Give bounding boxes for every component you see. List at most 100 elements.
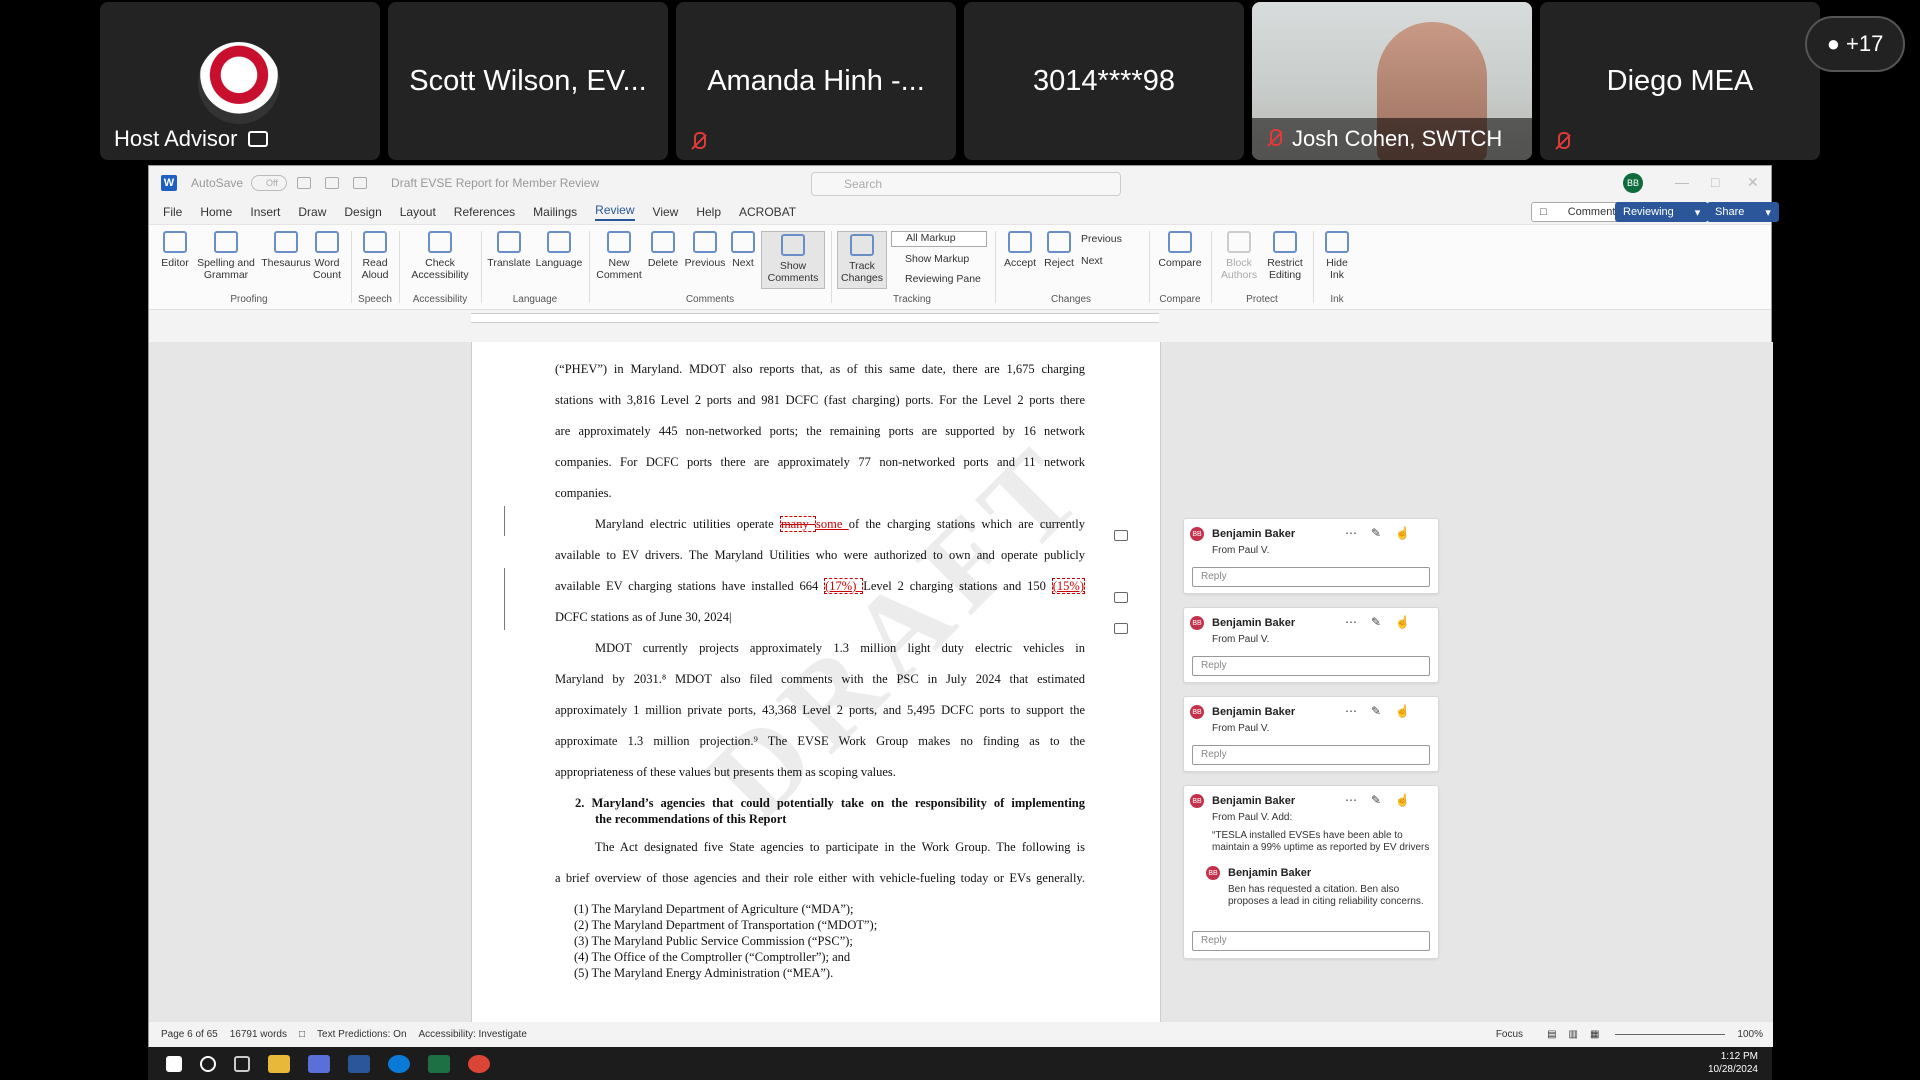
close-icon[interactable]: ✕	[1747, 174, 1759, 191]
tab-acrobat[interactable]: ACROBAT	[739, 205, 796, 219]
document-area: DRAFT (“PHEV”) in Maryland. MDOT also re…	[149, 342, 1773, 1022]
block-authors-button[interactable]: Block Authors	[1217, 231, 1261, 281]
editor-button[interactable]: Editor	[157, 231, 193, 269]
ruler-track[interactable]	[471, 313, 1159, 323]
tab-mailings[interactable]: Mailings	[533, 205, 577, 219]
comment-marker-icon[interactable]	[1114, 592, 1128, 603]
comment-card[interactable]: BB Benjamin Baker ⋯✎☝ From Paul V. Reply	[1183, 696, 1439, 772]
track-changes-button[interactable]: Track Changes	[837, 231, 887, 289]
delete-comment-button[interactable]: Delete	[645, 231, 681, 269]
language-button[interactable]: Language	[535, 231, 583, 269]
excel-icon[interactable]	[428, 1054, 450, 1073]
show-comments-button[interactable]: Show Comments	[761, 231, 825, 289]
restrict-editing-button[interactable]: Restrict Editing	[1263, 231, 1307, 281]
comment-actions[interactable]: ⋯✎☝	[1345, 615, 1424, 629]
web-layout-icon[interactable]: ▦	[1590, 1029, 1599, 1040]
text-predictions[interactable]: Text Predictions: On	[317, 1029, 406, 1040]
comment-marker-icon[interactable]	[1114, 623, 1128, 634]
check-accessibility-button[interactable]: Check Accessibility	[405, 231, 475, 281]
print-layout-icon[interactable]: ▥	[1569, 1029, 1578, 1040]
comment-actions[interactable]: ⋯✎☝	[1345, 526, 1424, 540]
tab-home[interactable]: Home	[200, 205, 232, 219]
comment-card[interactable]: BB Benjamin Baker ⋯✎☝ From Paul V. Reply	[1183, 518, 1439, 594]
read-mode-icon[interactable]: ▤	[1547, 1029, 1556, 1040]
word-count-button[interactable]: Word Count	[309, 231, 345, 281]
accessibility-status[interactable]: Accessibility: Investigate	[419, 1029, 527, 1040]
reply-input[interactable]: Reply	[1192, 931, 1430, 951]
undo-icon[interactable]	[325, 177, 340, 189]
thesaurus-button[interactable]: Thesaurus	[261, 231, 311, 269]
tab-review[interactable]: Review	[595, 203, 635, 221]
tab-draw[interactable]: Draw	[298, 205, 326, 219]
comment-actions[interactable]: ⋯✎☝	[1345, 704, 1424, 718]
person-icon: ●	[1826, 31, 1840, 56]
maximize-icon[interactable]: □	[1711, 174, 1719, 190]
autosave-toggle[interactable]: Off	[251, 175, 288, 191]
reply-input[interactable]: Reply	[1192, 656, 1430, 676]
file-explorer-icon[interactable]	[268, 1054, 290, 1073]
participant-tile[interactable]: 3014****98	[964, 2, 1244, 160]
tab-layout[interactable]: Layout	[400, 205, 436, 219]
read-aloud-button[interactable]: Read Aloud	[357, 231, 393, 281]
document-page[interactable]: DRAFT (“PHEV”) in Maryland. MDOT also re…	[471, 342, 1161, 1022]
comment-card[interactable]: BB Benjamin Baker ⋯✎☝ From Paul V. Add: …	[1183, 785, 1439, 959]
previous-change-button[interactable]: Previous	[1081, 233, 1143, 245]
ruler	[149, 310, 1771, 326]
start-icon[interactable]	[166, 1055, 182, 1072]
reviewing-pane-button[interactable]: Reviewing Pane	[891, 273, 987, 285]
accept-button[interactable]: Accept	[1001, 231, 1039, 269]
tab-references[interactable]: References	[454, 205, 515, 219]
next-change-button[interactable]: Next	[1081, 255, 1143, 267]
document-title[interactable]: Draft EVSE Report for Member Review	[391, 176, 599, 190]
comment-card[interactable]: BB Benjamin Baker ⋯✎☝ From Paul V. Reply	[1183, 607, 1439, 683]
edge-icon[interactable]	[388, 1054, 410, 1073]
more-participants-button[interactable]: ● +17	[1805, 16, 1905, 72]
word-window: W AutoSave Off Draft EVSE Report for Mem…	[148, 165, 1779, 1047]
new-comment-button[interactable]: New Comment	[595, 231, 643, 281]
tab-file[interactable]: File	[163, 205, 182, 219]
participant-video-tile[interactable]: Josh Cohen, SWTCH	[1252, 2, 1532, 160]
system-clock[interactable]: 1:12 PM 10/28/2024	[1708, 1050, 1758, 1076]
reviewing-button[interactable]: Reviewing ▾	[1615, 202, 1709, 222]
share-button[interactable]: Share ▾	[1707, 202, 1779, 222]
word-icon[interactable]	[348, 1054, 370, 1073]
tab-design[interactable]: Design	[344, 205, 381, 219]
participant-tile-host[interactable]: Host Advisor	[100, 2, 380, 160]
translate-button[interactable]: Translate	[487, 231, 531, 269]
previous-comment-button[interactable]: Previous	[683, 231, 727, 269]
page-count[interactable]: Page 6 of 65	[161, 1029, 218, 1040]
minimize-icon[interactable]: —	[1675, 174, 1689, 190]
chrome-icon[interactable]	[468, 1054, 490, 1073]
comment-actions[interactable]: ⋯✎☝	[1345, 793, 1424, 807]
markup-select[interactable]: All Markup	[891, 231, 987, 247]
next-comment-button[interactable]: Next	[727, 231, 759, 269]
participant-name: Host Advisor	[114, 126, 238, 151]
show-markup-button[interactable]: Show Markup	[891, 253, 987, 265]
hide-ink-button[interactable]: Hide Ink	[1319, 231, 1355, 281]
redo-icon[interactable]	[353, 177, 368, 189]
tab-help[interactable]: Help	[696, 205, 721, 219]
comment-marker-icon[interactable]	[1114, 530, 1128, 541]
save-icon[interactable]	[297, 177, 312, 189]
participant-tile[interactable]: Scott Wilson, EV...	[388, 2, 668, 160]
inserted-text: some	[816, 517, 849, 531]
tab-view[interactable]: View	[653, 205, 679, 219]
tab-insert[interactable]: Insert	[250, 205, 280, 219]
compare-button[interactable]: Compare	[1155, 231, 1205, 269]
reject-button[interactable]: Reject	[1041, 231, 1077, 269]
user-avatar[interactable]: BB	[1623, 173, 1643, 193]
zoom-level[interactable]: 100%	[1737, 1029, 1763, 1040]
task-view-icon[interactable]	[234, 1055, 250, 1072]
focus-button[interactable]: Focus	[1496, 1029, 1523, 1040]
zoom-slider[interactable]	[1615, 1034, 1726, 1035]
word-count[interactable]: 16791 words	[230, 1029, 287, 1040]
search-box[interactable]: Search	[811, 172, 1121, 196]
reply-input[interactable]: Reply	[1192, 567, 1430, 587]
reply-input[interactable]: Reply	[1192, 745, 1430, 765]
proofing-icon[interactable]: □	[299, 1029, 305, 1040]
teams-icon[interactable]	[308, 1054, 330, 1073]
spelling-button[interactable]: Spelling and Grammar	[195, 231, 257, 281]
participant-tile[interactable]: Diego MEA	[1540, 2, 1820, 160]
search-icon[interactable]	[200, 1055, 216, 1072]
participant-tile[interactable]: Amanda Hinh -...	[676, 2, 956, 160]
